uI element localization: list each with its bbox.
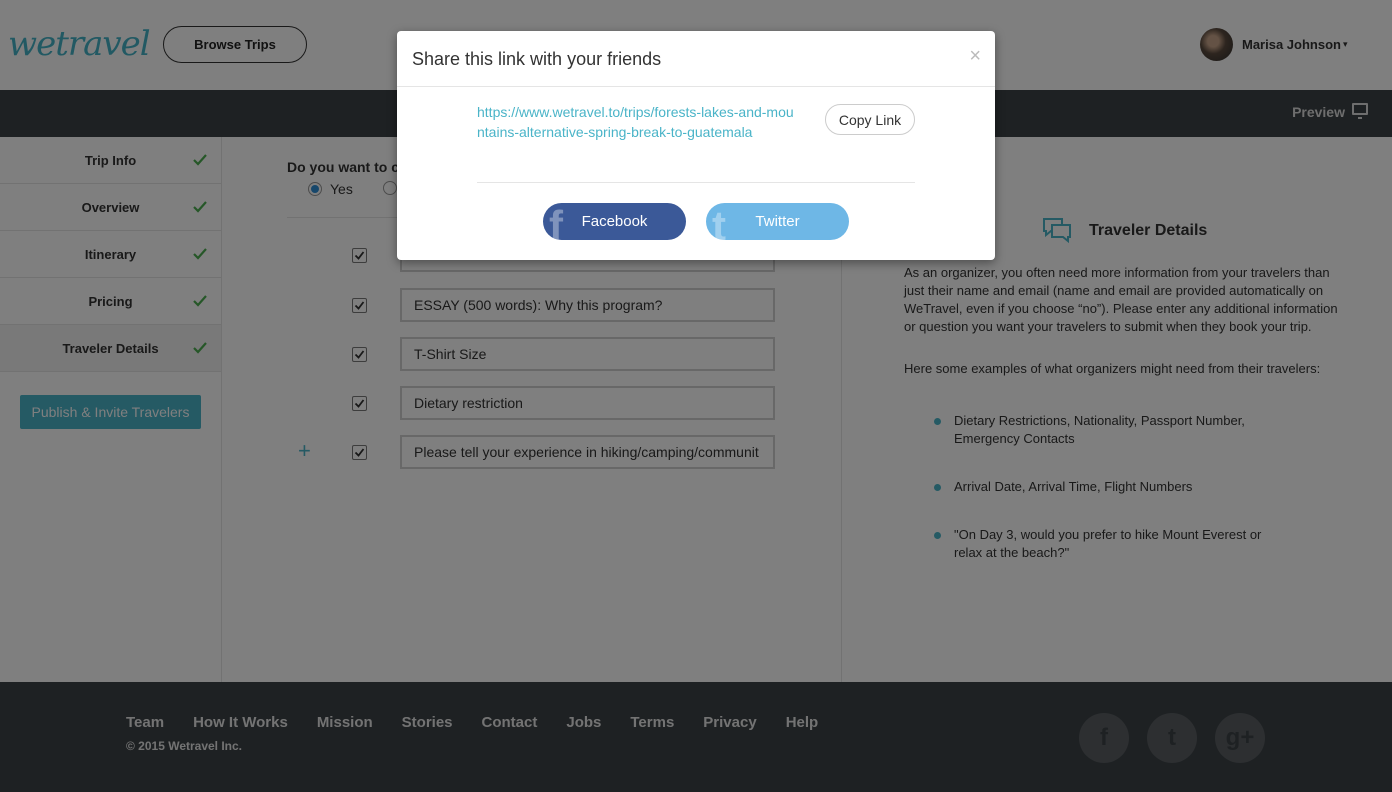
facebook-label: Facebook <box>581 213 648 230</box>
close-icon[interactable]: × <box>969 46 981 66</box>
twitter-icon: t <box>712 203 726 241</box>
copy-link-button[interactable]: Copy Link <box>825 104 915 135</box>
twitter-share-button[interactable]: t Twitter <box>706 203 849 240</box>
divider <box>397 86 995 87</box>
share-modal: Share this link with your friends × http… <box>397 31 995 260</box>
twitter-label: Twitter <box>755 213 800 230</box>
facebook-icon: f <box>549 203 563 241</box>
facebook-share-button[interactable]: f Facebook <box>543 203 686 240</box>
share-link[interactable]: https://www.wetravel.to/trips/forests-la… <box>477 102 797 142</box>
divider <box>477 182 915 183</box>
modal-title: Share this link with your friends <box>412 49 662 69</box>
